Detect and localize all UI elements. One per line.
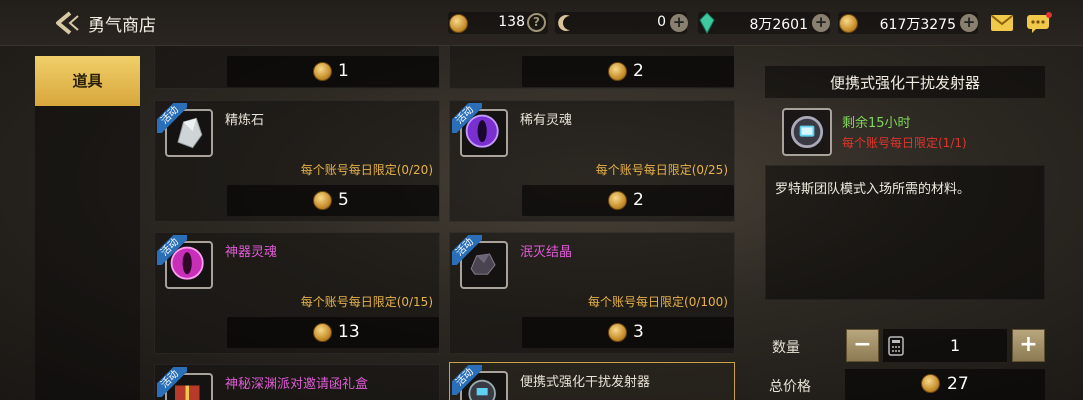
mail-icon[interactable] (990, 14, 1014, 32)
top-bar: 勇气商店 138 ? 0 + 8万2601 + 617万3275 + (0, 0, 1083, 46)
price-value: 13 (338, 322, 360, 342)
gold-coin-icon (313, 323, 332, 342)
quantity-label: 数量 (772, 340, 800, 356)
list-item[interactable]: 1 (154, 46, 440, 89)
purchase-limit: 每个账号每日限定(0/20) (300, 163, 433, 177)
back-arrow-icon[interactable] (52, 10, 80, 36)
list-item[interactable]: 2 (449, 46, 735, 89)
price-value: 5 (338, 190, 349, 210)
price-bar: 2 (522, 185, 734, 216)
increase-quantity-button[interactable]: + (1012, 329, 1045, 362)
list-item-selected[interactable]: 活动 便携式强化干扰发射器 (449, 362, 735, 400)
price-bar: 5 (227, 185, 439, 216)
purchase-limit: 每个账号每日限定(0/15) (300, 295, 433, 309)
green-crystal-icon (699, 12, 715, 34)
quantity-value: 1 (950, 336, 961, 355)
gold-coin-icon (313, 62, 332, 81)
currency-value-3: 8万2601 (749, 17, 808, 33)
total-price-label: 总价格 (769, 379, 811, 395)
gold-coin-icon (608, 191, 627, 210)
price-value: 2 (633, 190, 644, 210)
total-price-field (845, 369, 1045, 400)
item-description: 罗特斯团队模式入场所需的材料。 (775, 182, 971, 197)
purchase-limit: 每个账号每日限定(0/25) (595, 163, 728, 177)
currency-value-2: 0 (657, 14, 666, 30)
page-title: 勇气商店 (88, 16, 156, 36)
list-item[interactable]: 活动 泯灭结晶 每个账号每日限定(0/100) 3 (449, 232, 735, 354)
gold-coin-icon (921, 374, 940, 393)
purchase-limit: 每个账号每日限定(0/100) (588, 295, 728, 309)
event-badge: 活动 (157, 367, 187, 397)
decrease-quantity-button[interactable]: − (846, 329, 879, 362)
add-currency-3-button[interactable]: + (812, 14, 830, 32)
price-bar: 2 (522, 56, 734, 87)
tab-items[interactable]: 道具 (35, 56, 140, 106)
chat-icon[interactable] (1026, 12, 1052, 34)
price-value: 1 (338, 61, 349, 81)
jammer-device-icon (782, 108, 832, 156)
price-value: 2 (633, 61, 644, 81)
currency-value-1: 138 (498, 14, 525, 30)
currency-value-4: 617万3275 (879, 17, 956, 33)
item-name: 便携式强化干扰发射器 (520, 375, 651, 390)
calculator-icon[interactable] (888, 336, 904, 356)
price-bar: 13 (227, 317, 439, 348)
list-item[interactable]: 活动 稀有灵魂 每个账号每日限定(0/25) 2 (449, 100, 735, 222)
price-bar: 1 (227, 56, 439, 87)
list-item[interactable]: 活动 精炼石 每个账号每日限定(0/20) 5 (154, 100, 440, 222)
gold-coin-icon (449, 14, 468, 33)
add-currency-4-button[interactable]: + (960, 14, 978, 32)
crescent-token-icon (558, 14, 570, 31)
detail-purchase-limit: 每个账号每日限定(1/1) (842, 136, 967, 150)
item-name: 神秘深渊派对邀请函礼盒 (225, 377, 369, 392)
add-currency-2-button[interactable]: + (670, 14, 688, 32)
total-price-value: 27 (947, 374, 969, 394)
price-value: 3 (633, 322, 644, 342)
item-name: 神器灵魂 (225, 245, 278, 260)
event-badge: 活动 (452, 103, 482, 133)
item-name: 精炼石 (225, 113, 265, 128)
gold-coin-icon (608, 323, 627, 342)
price-bar: 3 (522, 317, 734, 348)
sidebar-panel (35, 106, 140, 400)
gold-coin-icon (839, 14, 858, 33)
event-badge: 活动 (157, 235, 187, 265)
item-name: 泯灭结晶 (520, 245, 573, 260)
event-badge: 活动 (452, 365, 482, 395)
item-name: 稀有灵魂 (520, 113, 573, 128)
list-item[interactable]: 活动 神器灵魂 每个账号每日限定(0/15) 13 (154, 232, 440, 354)
event-badge: 活动 (452, 235, 482, 265)
time-remaining: 剩余15小时 (842, 116, 911, 131)
gold-coin-icon (313, 191, 332, 210)
event-badge: 活动 (157, 103, 187, 133)
detail-title: 便携式强化干扰发射器 (829, 74, 980, 92)
gold-coin-icon (608, 62, 627, 81)
list-item[interactable]: 活动 神秘深渊派对邀请函礼盒 (154, 364, 440, 400)
help-icon[interactable]: ? (527, 13, 546, 32)
